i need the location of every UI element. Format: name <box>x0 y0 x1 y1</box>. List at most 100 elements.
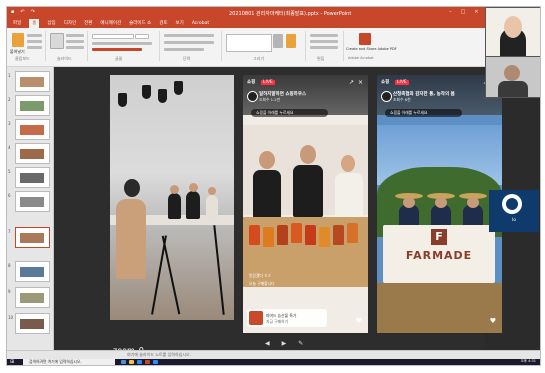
format-painter-button[interactable] <box>27 46 42 49</box>
ribbon: 붙여넣기 클립보드 슬라이드 글꼴 단락 그리기 편집 Create and S… <box>7 28 540 67</box>
section-button[interactable] <box>66 46 84 49</box>
ribbon-group-acrobat: Create and Share Adobe PDF Adobe Acrobat <box>345 31 397 61</box>
slide-thumbnail[interactable] <box>15 167 50 188</box>
slide-number: 2 <box>8 97 11 102</box>
replace-button[interactable] <box>310 40 338 43</box>
slide-thumbnail[interactable] <box>15 313 50 334</box>
zoom-icon[interactable] <box>153 360 158 364</box>
font-style-buttons[interactable] <box>92 42 152 45</box>
live-badge: LIVE <box>395 80 409 85</box>
slide-number: 8 <box>8 263 11 268</box>
group-label-acrobat: Adobe Acrobat <box>348 56 374 60</box>
product-thumbnail <box>249 311 263 325</box>
find-button[interactable] <box>310 34 338 37</box>
shopping-notice[interactable]: 쇼핑을 아래를 누르세요 <box>385 109 462 117</box>
product-jar <box>249 225 260 245</box>
obs-label: lo <box>511 218 516 223</box>
host-person <box>186 191 200 219</box>
close-icon[interactable]: × <box>474 9 478 15</box>
next-slide-icon[interactable]: ▶ <box>282 340 287 347</box>
reset-button[interactable] <box>66 40 84 43</box>
maximize-icon[interactable]: □ <box>461 9 466 15</box>
copy-button[interactable] <box>27 40 42 43</box>
tab-slideshow[interactable]: 슬라이드 쇼 <box>129 19 151 28</box>
slide-number: 7 <box>8 229 11 234</box>
slide-number: 1 <box>8 73 11 78</box>
host-head <box>208 187 216 195</box>
heart-icon[interactable]: ♥ <box>356 317 362 325</box>
pdf-icon[interactable] <box>359 33 371 45</box>
obs-app-window[interactable]: lo <box>489 190 539 232</box>
obs-logo-icon <box>502 194 522 214</box>
tab-view[interactable]: 보기 <box>176 19 184 28</box>
layout-button[interactable] <box>66 34 84 37</box>
tab-transitions[interactable]: 전환 <box>84 19 92 28</box>
powerpoint-icon[interactable] <box>145 360 150 364</box>
windows-start-icon[interactable]: ⊞ <box>10 359 14 365</box>
slide-thumbnail[interactable] <box>15 191 50 212</box>
participant-video-tile[interactable] <box>485 7 540 57</box>
slide-thumbnail-pane: 1 2 3 4 5 6 7 8 9 10 <box>7 67 54 351</box>
redo-icon[interactable]: ↷ <box>31 9 35 15</box>
share-icon[interactable]: ↗ <box>349 79 354 86</box>
studio-photo <box>110 75 234 320</box>
cut-button[interactable] <box>27 34 42 37</box>
product-jar <box>347 223 358 243</box>
camera-operator-head <box>124 179 140 197</box>
paste-icon[interactable] <box>12 33 24 47</box>
font-name-select[interactable] <box>92 34 134 39</box>
shapes-gallery[interactable] <box>226 34 272 52</box>
slide-thumbnail[interactable] <box>15 95 50 116</box>
heart-icon[interactable]: ♥ <box>490 317 496 325</box>
save-icon[interactable]: ▪ <box>11 9 14 15</box>
host-head <box>341 155 355 172</box>
pen-tool-icon[interactable]: ✎ <box>298 340 303 347</box>
task-view-icon[interactable] <box>121 360 126 364</box>
studio-light <box>118 93 127 107</box>
chat-message: 맛있겠다 ㅎㅎ <box>249 273 272 278</box>
slide-thumbnail[interactable] <box>15 287 50 308</box>
tab-design[interactable]: 디자인 <box>64 19 76 28</box>
quick-styles-icon[interactable] <box>286 34 296 48</box>
slide-thumbnail-active[interactable] <box>15 227 50 248</box>
participant-video-tile[interactable] <box>485 56 540 98</box>
previous-slide-icon[interactable]: ◀ <box>265 340 270 347</box>
slide-thumbnail[interactable] <box>15 143 50 164</box>
ribbon-group-font: 글꼴 <box>89 31 160 61</box>
slide-thumbnail[interactable] <box>15 261 50 282</box>
live-stream-phone-2: 쇼핑 LIVE ↗ × 산청축협와 감자한 통, 농작의 봄 조회수 8천 쇼핑… <box>377 75 502 333</box>
studio-light <box>158 89 167 103</box>
minimize-icon[interactable]: – <box>449 9 452 15</box>
tab-animations[interactable]: 애니메이션 <box>100 19 121 28</box>
slide-thumbnail[interactable] <box>15 119 50 140</box>
close-icon[interactable]: × <box>358 79 363 86</box>
tab-file[interactable]: 파일 <box>13 19 21 28</box>
tab-acrobat[interactable]: Acrobat <box>192 19 209 28</box>
select-button[interactable] <box>310 46 338 49</box>
list-buttons[interactable] <box>164 34 214 37</box>
font-color-button[interactable] <box>92 48 142 51</box>
taskbar-search-input[interactable]: 검색하려면 여기에 입력하십시오. <box>23 359 115 365</box>
shopping-notice[interactable]: 쇼핑을 아래를 누르세요 <box>251 109 328 117</box>
browser-icon[interactable] <box>137 360 142 364</box>
align-buttons[interactable] <box>164 41 214 44</box>
file-explorer-icon[interactable] <box>129 360 134 364</box>
new-slide-icon[interactable] <box>50 33 64 49</box>
undo-icon[interactable]: ↶ <box>20 9 24 15</box>
group-label-drawing: 그리기 <box>253 56 265 61</box>
ribbon-group-drawing: 그리기 <box>223 31 306 61</box>
taskbar-clock[interactable]: 오후 4:31 <box>521 359 536 364</box>
text-direction-button[interactable] <box>164 48 204 51</box>
farmade-banner: F FARMADE <box>383 225 495 283</box>
slide-notes-placeholder[interactable]: 여기에 슬라이드 노트를 입력하십시오. <box>127 352 191 358</box>
product-jar <box>305 225 316 245</box>
product-card[interactable]: 파머드 농산물 특가 지금 구매하기 <box>247 309 327 327</box>
font-size-select[interactable] <box>135 34 149 39</box>
host-head <box>259 151 275 169</box>
slide-thumbnail[interactable] <box>15 71 50 92</box>
tab-insert[interactable]: 삽입 <box>47 19 55 28</box>
channel-avatar <box>381 91 392 102</box>
tab-review[interactable]: 검토 <box>159 19 167 28</box>
tab-home[interactable]: 홈 <box>29 19 40 28</box>
arrange-icon[interactable] <box>273 34 283 48</box>
